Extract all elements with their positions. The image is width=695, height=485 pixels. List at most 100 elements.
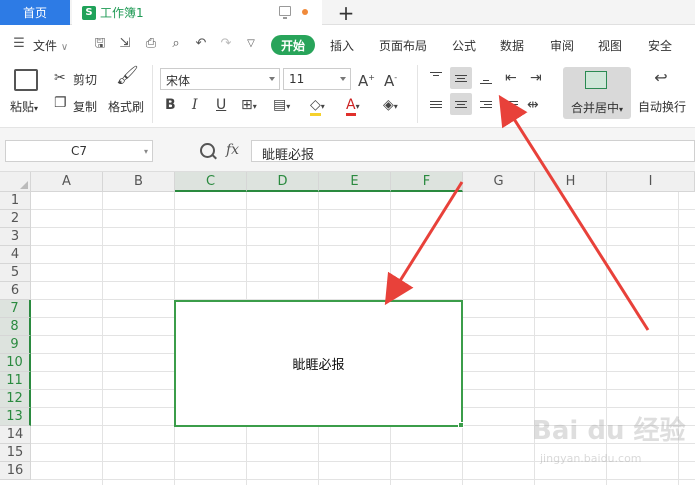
cut-button[interactable]: 剪切 — [73, 71, 97, 88]
title-bar: 首页 S 工作簿1 + — [0, 0, 695, 25]
column-header-d[interactable]: D — [247, 172, 319, 192]
watermark-url: jingyan.baidu.com — [540, 452, 642, 465]
align-left-button[interactable] — [425, 93, 447, 115]
menu-security[interactable]: 安全 — [648, 37, 672, 54]
align-bottom-button[interactable] — [475, 67, 497, 89]
increase-indent-icon[interactable]: ⇥ — [530, 70, 542, 86]
align-right-button[interactable] — [475, 93, 497, 115]
scissors-icon[interactable]: ✂ — [54, 70, 66, 86]
grid-row-line — [31, 281, 695, 282]
align-top-button[interactable] — [425, 67, 447, 89]
grid-column-line — [102, 192, 103, 485]
align-center-button[interactable] — [450, 93, 472, 115]
quick-access-dropdown-icon[interactable]: ▽ — [244, 37, 258, 51]
print-preview-icon[interactable]: ⌕ — [169, 37, 183, 51]
cell-style-icon[interactable]: ▤▾ — [273, 97, 290, 115]
paste-icon[interactable] — [14, 69, 38, 91]
menu-review[interactable]: 审阅 — [550, 37, 574, 54]
ribbon-toolbar: 粘贴▾ ✂ 剪切 ❐ 复制 🖌 格式刷 宋体 11 A+ A- B I U ⊞▾… — [0, 63, 695, 128]
unsaved-dot-icon — [302, 9, 308, 15]
column-header-g[interactable]: G — [463, 172, 535, 192]
justify-button[interactable] — [500, 93, 522, 115]
merge-cells-icon — [585, 71, 607, 89]
redo-icon[interactable]: ↷ — [219, 37, 233, 51]
fx-icon[interactable]: fx — [226, 142, 239, 158]
row-header-15[interactable]: 15 — [0, 444, 31, 462]
watermark-logo: Bai du 经验 — [532, 416, 686, 446]
new-tab-button[interactable]: + — [336, 0, 356, 25]
border-icon[interactable]: ⊞▾ — [241, 97, 257, 115]
spreadsheet-logo-icon: S — [82, 5, 96, 20]
print-icon[interactable]: ⎙ — [144, 37, 158, 51]
tab-home[interactable]: 首页 — [0, 0, 70, 25]
font-name-select[interactable]: 宋体 — [160, 68, 280, 90]
merged-cell-c7-f13[interactable]: 眦睚必报 — [174, 300, 463, 427]
menu-data[interactable]: 数据 — [500, 37, 524, 54]
paste-button[interactable]: 粘贴▾ — [10, 98, 38, 115]
format-painter-button[interactable]: 格式刷 — [108, 98, 144, 115]
row-header-9[interactable]: 9 — [0, 336, 31, 354]
fill-color-icon[interactable]: ◇▾ — [310, 97, 325, 116]
zoom-search-icon[interactable] — [200, 143, 215, 158]
grid-row-line — [31, 479, 695, 480]
font-grow-icon[interactable]: A+ — [358, 70, 375, 89]
row-header-8[interactable]: 8 — [0, 318, 31, 336]
undo-icon[interactable]: ↶ — [194, 37, 208, 51]
hamburger-icon[interactable]: ☰ — [12, 37, 26, 51]
font-shrink-icon[interactable]: A- — [384, 70, 397, 89]
wrap-text-button[interactable]: 自动换行 — [638, 98, 686, 115]
merge-center-button[interactable]: 合并居中▾ — [563, 67, 631, 119]
menu-insert[interactable]: 插入 — [330, 37, 354, 54]
grid-row-line — [31, 209, 695, 210]
row-header-14[interactable]: 14 — [0, 426, 31, 444]
row-header-1[interactable]: 1 — [0, 192, 31, 210]
name-box[interactable]: C7 ▾ — [5, 140, 153, 162]
distributed-align-icon[interactable]: ⇹ — [527, 97, 539, 113]
row-header-13[interactable]: 13 — [0, 408, 31, 426]
format-painter-icon[interactable]: 🖌 — [116, 67, 139, 92]
menu-start[interactable]: 开始 — [271, 35, 315, 55]
ribbon-divider — [152, 65, 153, 123]
copy-icon[interactable]: ❐ — [54, 95, 67, 111]
menu-view[interactable]: 视图 — [598, 37, 622, 54]
row-header-3[interactable]: 3 — [0, 228, 31, 246]
row-header-16[interactable]: 16 — [0, 462, 31, 480]
column-header-e[interactable]: E — [319, 172, 391, 192]
column-header-i[interactable]: I — [607, 172, 695, 192]
menu-formula[interactable]: 公式 — [452, 37, 476, 54]
row-header-6[interactable]: 6 — [0, 282, 31, 300]
column-header-b[interactable]: B — [103, 172, 175, 192]
align-middle-button[interactable] — [450, 67, 472, 89]
menu-page-layout[interactable]: 页面布局 — [379, 37, 427, 54]
italic-icon[interactable]: I — [192, 97, 198, 113]
row-header-4[interactable]: 4 — [0, 246, 31, 264]
column-header-h[interactable]: H — [535, 172, 607, 192]
row-header-11[interactable]: 11 — [0, 372, 31, 390]
row-header-10[interactable]: 10 — [0, 354, 31, 372]
row-header-12[interactable]: 12 — [0, 390, 31, 408]
monitor-icon[interactable] — [279, 6, 291, 19]
menu-file[interactable]: 文件 ∨ — [33, 37, 68, 54]
font-size-select[interactable]: 11 — [283, 68, 351, 90]
column-header-c[interactable]: C — [175, 172, 247, 192]
row-header-7[interactable]: 7 — [0, 300, 31, 318]
row-header-5[interactable]: 5 — [0, 264, 31, 282]
wrap-text-icon[interactable]: ↩ — [648, 70, 674, 92]
bold-icon[interactable]: B — [165, 97, 176, 113]
copy-button[interactable]: 复制 — [73, 98, 97, 115]
column-header-f[interactable]: F — [391, 172, 463, 192]
decrease-indent-icon[interactable]: ⇤ — [505, 70, 517, 86]
select-all-corner[interactable] — [0, 172, 31, 192]
fill-handle[interactable] — [458, 422, 464, 428]
formula-bar: C7 ▾ fx 眦睚必报 — [0, 128, 695, 172]
font-color-icon[interactable]: A▾ — [346, 97, 360, 116]
column-header-a[interactable]: A — [31, 172, 103, 192]
save-icon[interactable]: 🖫 — [93, 37, 107, 51]
grid-row-line — [31, 263, 695, 264]
output-icon[interactable]: ⇲ — [118, 37, 132, 51]
row-header-2[interactable]: 2 — [0, 210, 31, 228]
underline-icon[interactable]: U — [216, 97, 226, 113]
formula-input[interactable]: 眦睚必报 — [251, 140, 695, 163]
grid-row-line — [31, 245, 695, 246]
clear-icon[interactable]: ◈▾ — [383, 97, 398, 115]
